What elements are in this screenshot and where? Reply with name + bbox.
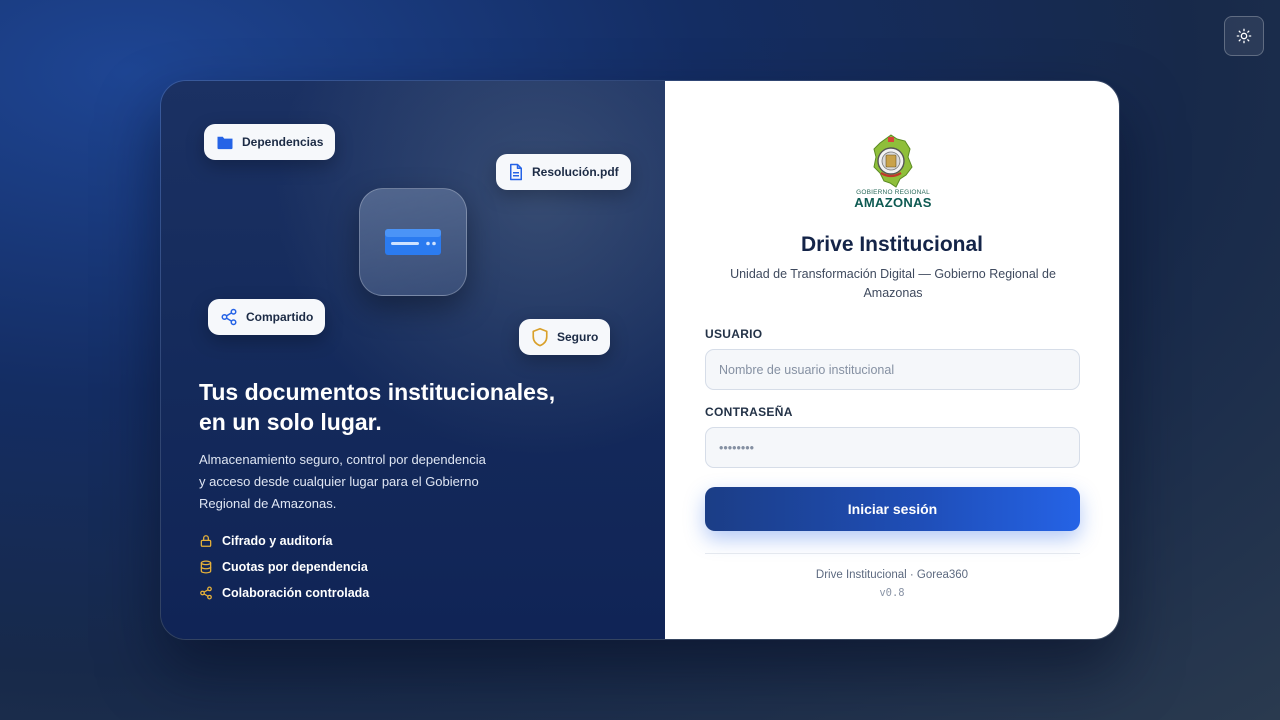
chip-label: Seguro — [557, 330, 599, 344]
database-icon — [200, 560, 212, 574]
share-icon — [200, 586, 212, 600]
app-subtitle: Unidad de Transformación Digital — Gobie… — [730, 267, 1056, 300]
feature-item-cuotas: Cuotas por dependencia — [199, 554, 369, 580]
hero-description: Almacenamiento seguro, control por depen… — [199, 452, 486, 511]
hero-headline-line1: Tus documentos institucionales, — [199, 379, 556, 405]
login-card: Dependencias Resolución.pdf Compartido S… — [160, 80, 1120, 640]
feature-label: Cuotas por dependencia — [222, 560, 368, 574]
share-icon — [221, 308, 237, 326]
chip-label: Resolución.pdf — [532, 165, 619, 179]
password-label: CONTRASEÑA — [705, 405, 793, 419]
chip-seguro: Seguro — [519, 319, 611, 355]
password-input[interactable] — [705, 427, 1080, 468]
chip-dependencias: Dependencias — [204, 124, 336, 160]
chip-label: Dependencias — [242, 135, 324, 149]
hero-headline: Tus documentos institucionales, en un so… — [199, 377, 619, 437]
feature-item-colaboracion: Colaboración controlada — [199, 580, 369, 606]
feature-list: Cifrado y auditoría Cuotas por dependenc… — [199, 528, 369, 606]
logo-text-main: AMAZONAS — [854, 195, 932, 210]
login-submit-button[interactable]: Iniciar sesión — [705, 487, 1080, 531]
theme-toggle-button[interactable] — [1224, 16, 1264, 56]
footer-text: Drive Institucional · Gorea360 — [815, 569, 969, 581]
file-icon — [510, 163, 522, 181]
footer-divider — [705, 553, 1080, 554]
chip-compartido: Compartido — [208, 299, 326, 335]
folder-icon — [217, 136, 233, 150]
server-icon — [385, 229, 441, 255]
gobierno-regional-logo: GOBIERNO REGIONAL AMAZONAS — [849, 133, 937, 221]
login-panel: GOBIERNO REGIONAL AMAZONAS Drive Institu… — [665, 81, 1119, 639]
sun-icon — [1236, 28, 1252, 44]
server-tile — [359, 188, 467, 296]
shield-icon — [532, 327, 548, 347]
chip-label: Compartido — [246, 310, 314, 324]
username-label: USUARIO — [705, 327, 763, 341]
feature-label: Cifrado y auditoría — [222, 534, 333, 548]
app-title: Drive Institucional — [800, 233, 984, 256]
version-label: v0.8 — [879, 587, 905, 599]
chip-resolucion: Resolución.pdf — [496, 154, 631, 190]
username-input[interactable] — [705, 349, 1080, 390]
feature-item-cifrado: Cifrado y auditoría — [199, 528, 369, 554]
amazonas-emblem-icon — [873, 134, 913, 188]
lock-icon — [200, 535, 212, 547]
feature-label: Colaboración controlada — [222, 586, 370, 600]
hero-panel: Dependencias Resolución.pdf Compartido S… — [161, 81, 665, 639]
hero-headline-line2: en un solo lugar. — [199, 409, 382, 435]
